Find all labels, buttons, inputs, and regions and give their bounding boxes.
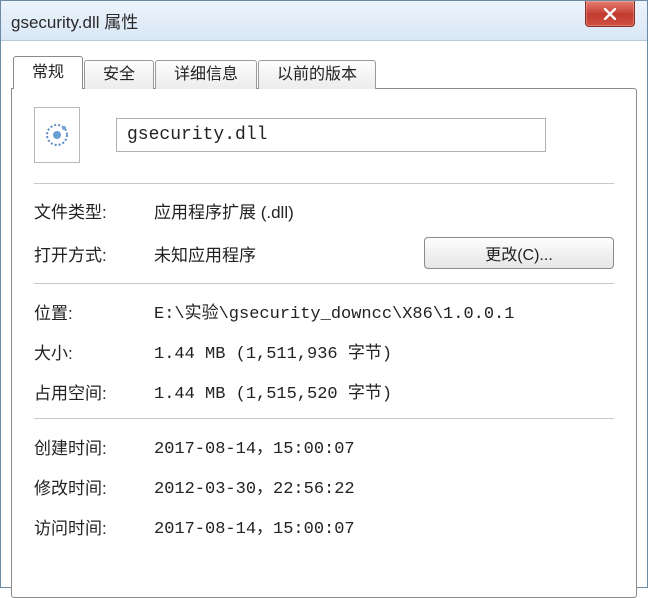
location-value: E:\实验\gsecurity_downcc\X86\1.0.0.1: [154, 298, 514, 324]
opens-with-label: 打开方式:: [34, 241, 154, 266]
row-created: 创建时间: 2017-08-14，15:00:07: [34, 433, 614, 459]
tab-panel-general: gsecurity.dll 文件类型: 应用程序扩展 (.dll) 打开方式: …: [11, 88, 637, 598]
file-type-value: 应用程序扩展 (.dll): [154, 198, 294, 223]
size-label: 大小:: [34, 339, 154, 364]
row-location: 位置: E:\实验\gsecurity_downcc\X86\1.0.0.1: [34, 298, 614, 324]
titlebar[interactable]: gsecurity.dll 属性: [1, 1, 647, 41]
file-type-label: 文件类型:: [34, 198, 154, 223]
location-label: 位置:: [34, 299, 154, 324]
created-label: 创建时间:: [34, 434, 154, 459]
row-size-on-disk: 占用空间: 1.44 MB (1,515,520 字节): [34, 378, 614, 404]
change-button[interactable]: 更改(C)...: [424, 237, 614, 269]
properties-window: gsecurity.dll 属性 常规 安全 详细信息 以前的版本: [0, 0, 648, 588]
tab-security[interactable]: 安全: [84, 60, 154, 89]
row-modified: 修改时间: 2012-03-30，22:56:22: [34, 473, 614, 499]
tabstrip: 常规 安全 详细信息 以前的版本: [11, 55, 637, 88]
accessed-label: 访问时间:: [34, 514, 154, 539]
content-area: 常规 安全 详细信息 以前的版本 gsecurity.dll 文件类型:: [1, 41, 647, 598]
opens-with-value: 未知应用程序: [154, 241, 256, 266]
file-type-icon: [34, 107, 80, 163]
row-accessed: 访问时间: 2017-08-14，15:00:07: [34, 513, 614, 539]
row-size: 大小: 1.44 MB (1,511,936 字节): [34, 338, 614, 364]
filename-input[interactable]: gsecurity.dll: [116, 118, 546, 152]
size-value: 1.44 MB (1,511,936 字节): [154, 338, 392, 364]
row-file-type: 文件类型: 应用程序扩展 (.dll): [34, 198, 614, 223]
close-button[interactable]: [585, 1, 635, 27]
modified-value: 2012-03-30，22:56:22: [154, 473, 355, 499]
created-value: 2017-08-14，15:00:07: [154, 433, 355, 459]
separator: [34, 183, 614, 184]
separator: [34, 418, 614, 419]
row-opens-with: 打开方式: 未知应用程序 更改(C)...: [34, 237, 614, 269]
separator: [34, 283, 614, 284]
tab-previous-versions[interactable]: 以前的版本: [258, 60, 376, 89]
file-header: gsecurity.dll: [34, 107, 614, 163]
modified-label: 修改时间:: [34, 474, 154, 499]
window-title: gsecurity.dll 属性: [11, 8, 138, 33]
tab-general[interactable]: 常规: [13, 56, 83, 89]
close-icon: [603, 8, 617, 20]
accessed-value: 2017-08-14，15:00:07: [154, 513, 355, 539]
size-on-disk-value: 1.44 MB (1,515,520 字节): [154, 378, 392, 404]
tab-details[interactable]: 详细信息: [155, 60, 257, 89]
size-on-disk-label: 占用空间:: [34, 379, 154, 404]
